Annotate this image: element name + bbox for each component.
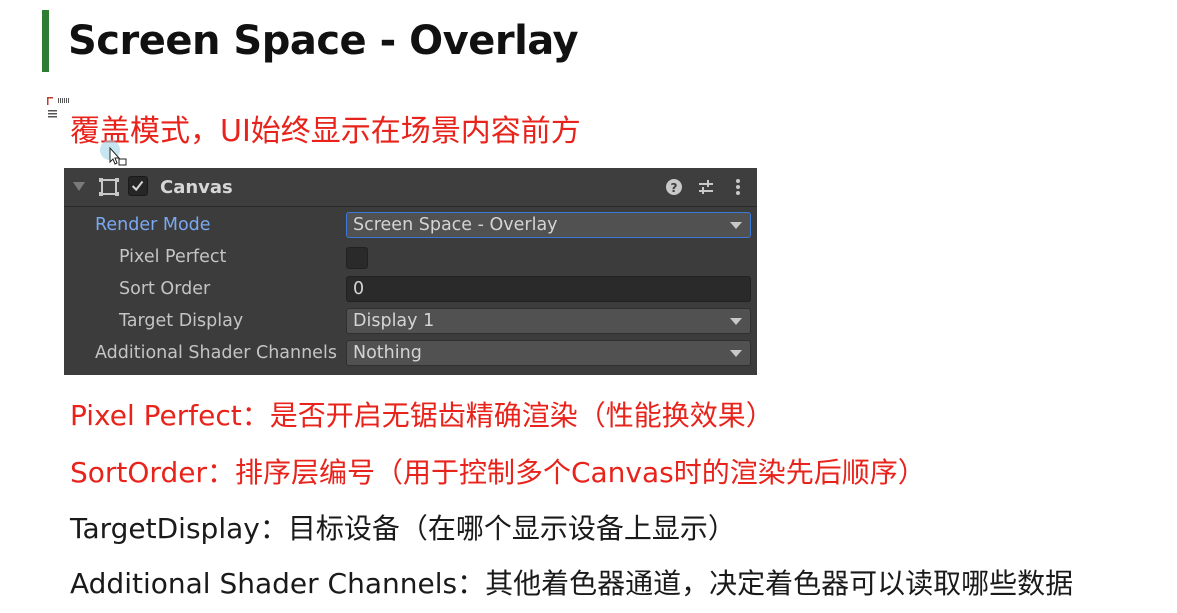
- dropdown-arrow-icon: [730, 222, 742, 229]
- component-header[interactable]: Canvas ?: [64, 168, 757, 207]
- additional-shader-channels-label: Additional Shader Channels: [95, 343, 337, 363]
- foldout-arrow-icon[interactable]: [73, 182, 85, 191]
- more-menu-icon[interactable]: [728, 176, 748, 198]
- component-enabled-checkbox[interactable]: [128, 176, 148, 196]
- sort-order-value: 0: [353, 279, 365, 299]
- target-display-dropdown[interactable]: Display 1: [346, 308, 751, 334]
- note-target-display: TargetDisplay：目标设备（在哪个显示设备上显示）: [70, 512, 736, 545]
- sort-order-input[interactable]: 0: [346, 276, 751, 302]
- checkmark-icon: [131, 180, 144, 192]
- pixel-perfect-label: Pixel Perfect: [119, 247, 227, 267]
- target-display-value: Display 1: [353, 311, 435, 331]
- render-mode-label: Render Mode: [95, 215, 211, 235]
- dropdown-arrow-icon: [730, 350, 742, 357]
- pixel-perfect-checkbox[interactable]: [346, 247, 368, 269]
- dropdown-arrow-icon: [730, 318, 742, 325]
- page-title: Screen Space - Overlay: [68, 18, 579, 64]
- svg-text:?: ?: [671, 181, 678, 195]
- render-mode-value: Screen Space - Overlay: [353, 215, 558, 235]
- mouse-cursor-icon: [100, 140, 127, 166]
- note-pixel-perfect: Pixel Perfect：是否开启无锯齿精确渲染（性能换效果）: [70, 399, 774, 432]
- component-name: Canvas: [160, 177, 233, 198]
- note-additional-shader-channels: Additional Shader Channels：其他着色器通道，决定着色器…: [70, 567, 1074, 600]
- subtitle: 覆盖模式，UI始终显示在场景内容前方: [70, 114, 581, 149]
- note-sort-order: SortOrder：排序层编号（用于控制多个Canvas时的渲染先后顺序）: [70, 456, 926, 489]
- help-icon[interactable]: ?: [664, 176, 684, 198]
- additional-shader-channels-value: Nothing: [353, 343, 422, 363]
- presets-icon[interactable]: [696, 176, 716, 198]
- canvas-inspector-panel: Canvas ? Render Mode Screen Space - Over…: [64, 168, 757, 375]
- sort-order-label: Sort Order: [119, 279, 211, 299]
- additional-shader-channels-dropdown[interactable]: Nothing: [346, 340, 751, 366]
- render-mode-dropdown[interactable]: Screen Space - Overlay: [346, 212, 751, 238]
- canvas-component-icon: [99, 178, 119, 196]
- title-accent-bar: [42, 10, 49, 72]
- target-display-label: Target Display: [119, 311, 244, 331]
